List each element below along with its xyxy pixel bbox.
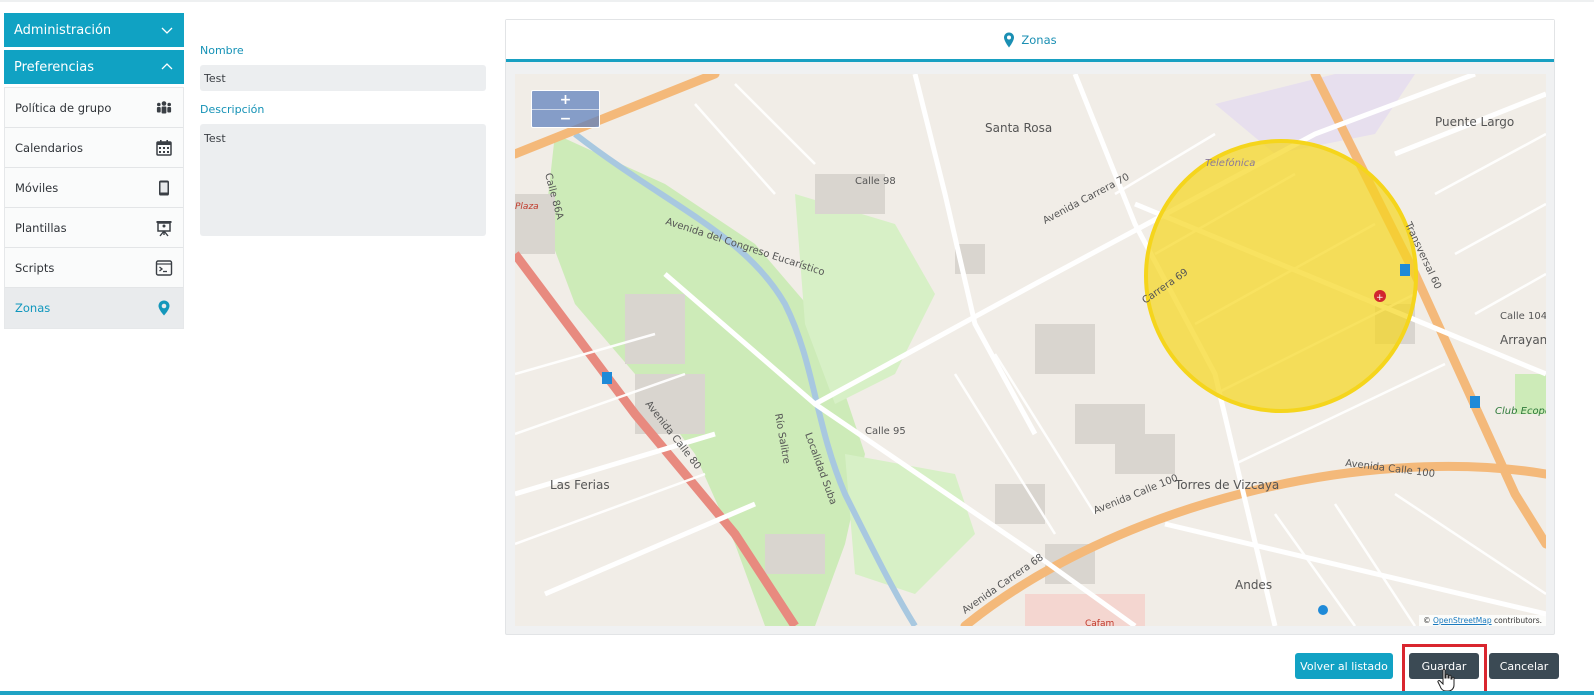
map-panel-title: Zonas xyxy=(1021,32,1057,47)
sidebar-section-label: Preferencias xyxy=(14,59,95,75)
calendar-icon xyxy=(156,139,172,156)
svg-text:Club Ecope: Club Ecope xyxy=(1495,406,1546,417)
attribution-prefix: © xyxy=(1423,616,1431,625)
sidebar-item-label: Plantillas xyxy=(15,220,67,235)
sidebar-item-label: Zonas xyxy=(15,301,51,315)
mobile-icon xyxy=(159,180,169,195)
sidebar-item-politica-de-grupo[interactable]: Política de grupo xyxy=(5,88,183,128)
sidebar-item-calendarios[interactable]: Calendarios xyxy=(5,128,183,168)
zoom-in-button[interactable]: + xyxy=(532,91,599,109)
map-zoom-control: + − xyxy=(531,90,600,128)
svg-text:Calle 95: Calle 95 xyxy=(865,426,906,437)
bottom-divider xyxy=(0,691,1594,695)
back-to-list-button[interactable]: Volver al listado xyxy=(1295,653,1393,679)
sidebar-section-administracion[interactable]: Administración xyxy=(4,13,184,47)
terminal-icon xyxy=(155,259,173,276)
map-tiles: Santa Rosa Puente Largo Telefónica Array… xyxy=(515,74,1546,626)
sidebar-item-label: Scripts xyxy=(15,260,55,275)
sidebar-item-label: Calendarios xyxy=(15,140,83,155)
name-label: Nombre xyxy=(200,44,244,57)
cancel-button[interactable]: Cancelar xyxy=(1489,653,1559,679)
sidebar-section-preferencias[interactable]: Preferencias xyxy=(4,50,184,84)
svg-text:Arrayan: Arrayan xyxy=(1500,333,1546,347)
svg-text:Plaza: Plaza xyxy=(515,202,539,212)
svg-text:Avenida Calle 100: Avenida Calle 100 xyxy=(1345,458,1436,480)
sidebar-item-label: Política de grupo xyxy=(15,100,112,115)
page: Administración Preferencias Política de … xyxy=(0,0,1594,695)
svg-text:Torres de Vizcaya: Torres de Vizcaya xyxy=(1174,478,1279,492)
hand-cursor-icon xyxy=(1437,668,1455,692)
map-attribution: © OpenStreetMap contributors. xyxy=(1419,615,1546,626)
svg-text:Avenida Calle 100: Avenida Calle 100 xyxy=(1092,473,1180,517)
description-textarea[interactable]: Test xyxy=(200,124,486,236)
description-label: Descripción xyxy=(200,103,265,116)
svg-text:Telefónica: Telefónica xyxy=(1205,157,1255,169)
sidebar-item-zonas[interactable]: Zonas xyxy=(5,288,183,328)
sidebar: Administración Preferencias Política de … xyxy=(4,13,184,329)
map-panel-header: Zonas xyxy=(506,20,1554,62)
presentation-icon xyxy=(156,220,172,236)
location-pin-icon xyxy=(1004,32,1015,47)
sidebar-item-scripts[interactable]: Scripts xyxy=(5,248,183,288)
svg-text:Avenida Carrera 70: Avenida Carrera 70 xyxy=(1041,172,1131,227)
svg-text:Andes: Andes xyxy=(1235,578,1272,592)
chevron-down-icon xyxy=(161,27,173,34)
zone-form: Nombre Test Descripción Test xyxy=(200,40,486,236)
map-view[interactable]: Santa Rosa Puente Largo Telefónica Array… xyxy=(515,74,1546,626)
map-panel: Zonas Santa Rosa Puente Largo Telefónica… xyxy=(505,19,1555,635)
sidebar-section-label: Administración xyxy=(14,22,112,38)
sidebar-item-plantillas[interactable]: Plantillas xyxy=(5,208,183,248)
chevron-up-icon xyxy=(161,63,173,70)
attribution-suffix: contributors. xyxy=(1494,616,1542,625)
openstreetmap-link[interactable]: OpenStreetMap xyxy=(1433,616,1492,625)
sidebar-item-label: Móviles xyxy=(15,180,59,195)
svg-text:Las Ferias: Las Ferias xyxy=(550,478,610,492)
name-input[interactable]: Test xyxy=(200,65,486,91)
svg-text:Calle 104: Calle 104 xyxy=(1500,311,1546,322)
svg-text:Cafam: Cafam xyxy=(1085,619,1114,626)
sidebar-list: Política de grupo Calendarios Móviles Pl… xyxy=(4,87,184,329)
sidebar-item-moviles[interactable]: Móviles xyxy=(5,168,183,208)
svg-text:+: + xyxy=(1376,293,1384,303)
zoom-out-button[interactable]: − xyxy=(532,109,599,127)
top-divider xyxy=(0,0,1594,2)
svg-text:Calle 98: Calle 98 xyxy=(855,176,896,187)
location-pin-icon xyxy=(158,300,170,316)
group-icon xyxy=(156,100,172,113)
svg-text:Puente Largo: Puente Largo xyxy=(1435,115,1514,129)
svg-text:Santa Rosa: Santa Rosa xyxy=(985,121,1052,135)
